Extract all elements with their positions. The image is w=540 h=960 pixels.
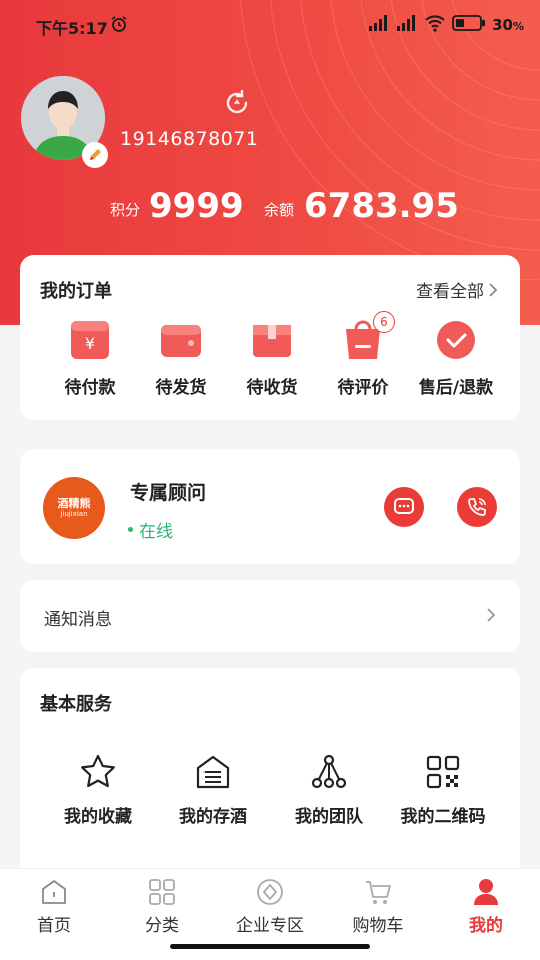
advisor-logo-text: 酒精熊 [57, 497, 91, 510]
advisor-status-label: 在线 [139, 522, 173, 542]
after-sales-icon [433, 317, 479, 363]
view-all-label: 查看全部 [416, 282, 484, 302]
chevron-right-icon [489, 282, 498, 297]
order-pending-payment[interactable]: ¥ 待付款 [40, 317, 140, 398]
review-count-badge: 6 [373, 311, 395, 333]
service-label: 我的二维码 [400, 807, 486, 827]
wifi-icon [424, 14, 446, 36]
tab-cart[interactable]: 购物车 [324, 877, 432, 936]
notifications-label: 通知消息 [44, 610, 112, 630]
online-dot [128, 527, 133, 532]
wine-storage-icon [193, 752, 233, 792]
signal-icon [368, 14, 390, 36]
tab-home[interactable]: 首页 [0, 877, 108, 936]
star-icon [78, 752, 118, 792]
advisor-title: 专属顾问 [130, 482, 207, 504]
home-icon [39, 877, 69, 907]
tab-label: 我的 [469, 916, 503, 936]
order-label: 售后/退款 [418, 378, 494, 398]
refresh-icon[interactable] [222, 88, 252, 122]
orders-title: 我的订单 [40, 281, 112, 302]
tab-label: 首页 [37, 916, 71, 936]
enterprise-icon [255, 877, 285, 907]
profile-icon [471, 877, 501, 907]
service-label: 我的收藏 [64, 807, 132, 827]
service-label: 我的团队 [295, 807, 363, 827]
pending-payment-icon: ¥ [67, 317, 113, 363]
battery-level: 30% [492, 16, 524, 34]
pending-receipt-icon [249, 317, 295, 363]
service-qrcode[interactable]: 我的二维码 [383, 752, 503, 827]
status-time: 下午5:17 [36, 19, 108, 38]
alarm-icon [110, 15, 128, 37]
tab-enterprise[interactable]: 企业专区 [216, 877, 324, 936]
message-advisor-button[interactable] [384, 487, 424, 527]
pencil-icon [90, 149, 101, 160]
phone-icon [468, 498, 486, 516]
order-label: 待发货 [155, 378, 207, 398]
order-after-sales[interactable]: 售后/退款 [406, 317, 506, 398]
order-pending-shipment[interactable]: 待发货 [131, 317, 231, 398]
pending-review-icon: 6 [340, 311, 395, 363]
service-team[interactable]: 我的团队 [269, 752, 389, 827]
balance-label: 余额 [264, 201, 295, 219]
home-indicator [170, 944, 370, 949]
order-label: 待付款 [64, 378, 116, 398]
services-title: 基本服务 [40, 694, 112, 715]
service-favorites[interactable]: 我的收藏 [38, 752, 158, 827]
chevron-right-icon [487, 608, 496, 622]
category-icon [147, 877, 177, 907]
service-label: 我的存酒 [179, 807, 247, 827]
signal-icon [396, 14, 418, 36]
order-label: 待收货 [246, 378, 298, 398]
pending-shipment-icon [158, 317, 204, 363]
points-value[interactable]: 9999 [149, 186, 244, 226]
balance-value[interactable]: 6783.95 [304, 186, 459, 226]
advisor-status: 在线 [128, 517, 173, 542]
tab-label: 企业专区 [236, 916, 304, 936]
notifications-row[interactable]: 通知消息 [20, 580, 520, 652]
call-advisor-button[interactable] [457, 487, 497, 527]
advisor-logo-subtext: jiujixian [60, 510, 88, 518]
cart-icon [363, 877, 393, 907]
edit-avatar-button[interactable] [82, 142, 108, 168]
points-label: 积分 [110, 201, 141, 219]
status-bar: 下午5:17 30% [0, 0, 540, 50]
tab-category[interactable]: 分类 [108, 877, 216, 936]
svg-text:¥: ¥ [85, 334, 95, 353]
user-phone: 19146878071 [120, 128, 259, 150]
service-wine-storage[interactable]: 我的存酒 [153, 752, 273, 827]
tab-label: 分类 [145, 916, 179, 936]
advisor-card: 酒精熊 jiujixian 专属顾问 在线 [20, 449, 520, 564]
tab-profile[interactable]: 我的 [432, 877, 540, 936]
message-icon [394, 498, 414, 514]
qrcode-icon [423, 752, 463, 792]
battery-icon [452, 14, 486, 36]
tab-label: 购物车 [352, 916, 404, 936]
order-pending-receipt[interactable]: 待收货 [222, 317, 322, 398]
services-card: 基本服务 我的收藏 我的存酒 我的团队 我的二维码 [20, 668, 520, 888]
order-pending-review[interactable]: 6 待评价 [313, 311, 413, 398]
order-label: 待评价 [337, 378, 389, 398]
advisor-logo: 酒精熊 jiujixian [43, 477, 105, 539]
view-all-orders-link[interactable]: 查看全部 [416, 277, 498, 302]
team-icon [309, 752, 349, 792]
orders-card: 我的订单 查看全部 ¥ 待付款 待发货 待收货 6 待评价 售后/退款 [20, 255, 520, 420]
